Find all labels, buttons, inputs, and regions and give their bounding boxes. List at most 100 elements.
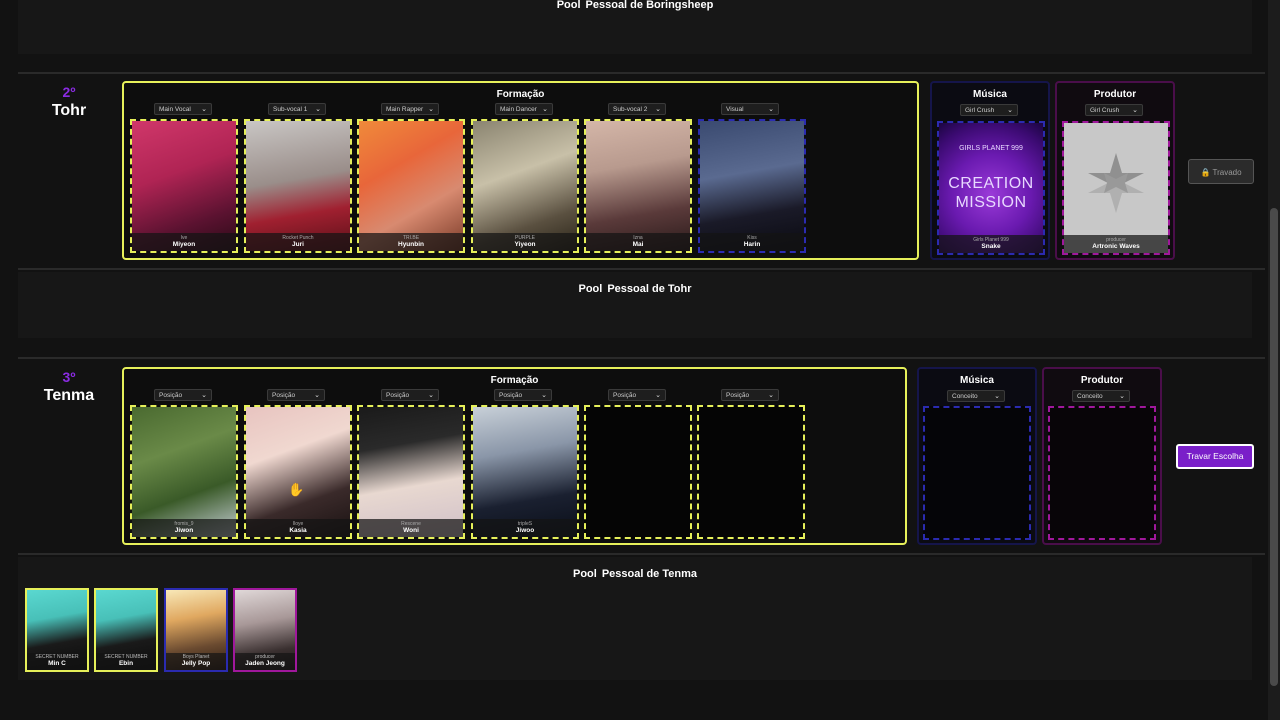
member-card[interactable]: fromis_9 Jiwon xyxy=(130,405,238,539)
member-photo xyxy=(132,407,236,537)
member-name: Jiwoo xyxy=(515,527,535,534)
producer-panel-tenma: Produtor Conceito ⌄ xyxy=(1042,367,1162,545)
member-name: Woni xyxy=(403,527,419,534)
chevron-down-icon: ⌄ xyxy=(1007,107,1013,114)
player-name: Tenma xyxy=(43,387,95,404)
member-name: Ebin xyxy=(118,660,134,667)
chevron-down-icon: ⌄ xyxy=(768,106,774,113)
member-name: Mai xyxy=(632,241,644,248)
chevron-down-icon: ⌄ xyxy=(1132,107,1138,114)
member-card[interactable]: Iloye Kasia xyxy=(244,405,352,539)
member-name: Min C xyxy=(48,660,66,667)
rank-tenma: 3º Tenma xyxy=(24,369,114,405)
chevron-down-icon: ⌄ xyxy=(428,392,434,399)
member-card[interactable]: PURPLE Yiyeon xyxy=(471,119,579,253)
locked-button[interactable]: 🔒 Travado xyxy=(1188,159,1254,184)
empty-slot[interactable] xyxy=(584,405,692,539)
music-panel-tohr: Música Girl Crush ⌄ GIRLS PLANET 999 CREA… xyxy=(930,81,1050,260)
position-select[interactable]: Posição ⌄ xyxy=(154,389,212,401)
pool-card[interactable]: SECRET NUMBER Ebin xyxy=(94,588,158,672)
pool-boringsheep-title: Pool Pessoal de Boringsheep xyxy=(556,0,714,11)
member-photo xyxy=(246,407,350,537)
pool-boringsheep: Pool Pessoal de Boringsheep xyxy=(18,0,1252,54)
formation-title: Formação xyxy=(490,375,539,386)
chevron-down-icon: ⌄ xyxy=(768,392,774,399)
cover-small-text: GIRLS PLANET 999 xyxy=(959,145,1023,152)
chevron-down-icon: ⌄ xyxy=(541,392,547,399)
music-card[interactable]: GIRLS PLANET 999 CREATION MISSION Girls … xyxy=(937,121,1045,255)
chevron-down-icon: ⌄ xyxy=(542,106,548,113)
position-select[interactable]: Main Vocal ⌄ xyxy=(154,103,212,115)
position-select[interactable]: Posição ⌄ xyxy=(267,389,325,401)
chevron-down-icon: ⌄ xyxy=(201,106,207,113)
producer-panel-tohr: Produtor Girl Crush ⌄ producer Artronic Wa… xyxy=(1055,81,1175,260)
producer-title: Produtor xyxy=(1093,89,1137,100)
music-panel-tenma: Música Conceito ⌄ xyxy=(917,367,1037,545)
music-name: Jelly Pop xyxy=(181,660,211,667)
member-name: Kasia xyxy=(289,527,307,534)
position-select[interactable]: Posição ⌄ xyxy=(608,389,666,401)
member-photo xyxy=(359,121,463,251)
chevron-down-icon: ⌄ xyxy=(655,392,661,399)
member-photo xyxy=(586,121,690,251)
member-photo xyxy=(473,407,577,537)
member-card[interactable]: tripleS Jiwoo xyxy=(471,405,579,539)
scrollbar[interactable] xyxy=(1268,0,1280,720)
position-select[interactable]: Main Dancer ⌄ xyxy=(495,103,553,115)
position-select[interactable]: Posição ⌄ xyxy=(721,389,779,401)
position-select[interactable]: Posição ⌄ xyxy=(494,389,552,401)
divider xyxy=(18,268,1265,270)
producer-card[interactable]: producer Artronic Waves xyxy=(1062,121,1170,255)
member-card[interactable]: Kiss Harin xyxy=(698,119,806,253)
concept-select[interactable]: Conceito ⌄ xyxy=(1072,390,1130,402)
concept-select[interactable]: Girl Crush ⌄ xyxy=(1085,104,1143,116)
empty-slot[interactable] xyxy=(697,405,805,539)
position-select[interactable]: Posição ⌄ xyxy=(381,389,439,401)
pool-card[interactable]: producer Jaden Jeong xyxy=(233,588,297,672)
pool-card[interactable]: SECRET NUMBER Min C xyxy=(25,588,89,672)
member-name: Miyeon xyxy=(172,241,196,248)
divider xyxy=(18,357,1265,359)
lock-choice-button[interactable]: Travar Escolha xyxy=(1176,444,1254,469)
chevron-down-icon: ⌄ xyxy=(655,106,661,113)
scroll-thumb[interactable] xyxy=(1270,208,1278,686)
music-title: Música xyxy=(973,89,1007,100)
member-name: Juri xyxy=(292,241,304,248)
empty-music-slot[interactable] xyxy=(923,406,1031,540)
concept-select[interactable]: Girl Crush ⌄ xyxy=(960,104,1018,116)
formation-tohr: Formação Main Vocal ⌄ Sub-vocal 1 ⌄ Main R… xyxy=(122,81,919,260)
member-card[interactable]: TRI.BE Hyunbin xyxy=(357,119,465,253)
divider xyxy=(18,553,1265,555)
chevron-down-icon: ⌄ xyxy=(201,392,207,399)
pool-card[interactable]: Boys Planet Jelly Pop xyxy=(164,588,228,672)
member-photo xyxy=(473,121,577,251)
cover-text-line1: CREATION xyxy=(948,175,1034,192)
pool-tenma-title: Pool Pessoal de Tenma xyxy=(572,568,697,580)
position-select[interactable]: Sub-vocal 1 ⌄ xyxy=(268,103,326,115)
member-name: Hyunbin xyxy=(398,241,424,248)
formation-title: Formação xyxy=(496,89,545,100)
chevron-down-icon: ⌄ xyxy=(314,392,320,399)
member-card[interactable]: Izna Mai xyxy=(584,119,692,253)
chevron-down-icon: ⌄ xyxy=(1119,393,1125,400)
music-name: Snake xyxy=(981,243,1001,250)
formation-tenma: Formação Posição ⌄ Posição ⌄ Posição ⌄ Posi… xyxy=(122,367,907,545)
concept-select[interactable]: Conceito ⌄ xyxy=(947,390,1005,402)
position-select[interactable]: Visual ⌄ xyxy=(721,103,779,115)
rank-number: 3º xyxy=(62,369,76,385)
position-select[interactable]: Main Rapper ⌄ xyxy=(381,103,439,115)
producer-title: Produtor xyxy=(1080,375,1124,386)
member-name: Yiyeon xyxy=(514,241,536,248)
member-photo xyxy=(700,121,804,251)
member-card[interactable]: Rocket Punch Juri xyxy=(244,119,352,253)
member-card[interactable]: Ive Miyeon xyxy=(130,119,238,253)
hand-cursor-icon: ✋ xyxy=(288,482,305,497)
position-select[interactable]: Sub-vocal 2 ⌄ xyxy=(608,103,666,115)
pool-tohr: Pool Pessoal de Tohr xyxy=(18,272,1252,338)
chevron-down-icon: ⌄ xyxy=(315,106,321,113)
empty-producer-slot[interactable] xyxy=(1048,406,1156,540)
pool-tohr-title: Pool Pessoal de Tohr xyxy=(578,283,692,295)
member-card[interactable]: Rescene Woni xyxy=(357,405,465,539)
music-title: Música xyxy=(960,375,994,386)
member-name: Jiwon xyxy=(174,527,194,534)
